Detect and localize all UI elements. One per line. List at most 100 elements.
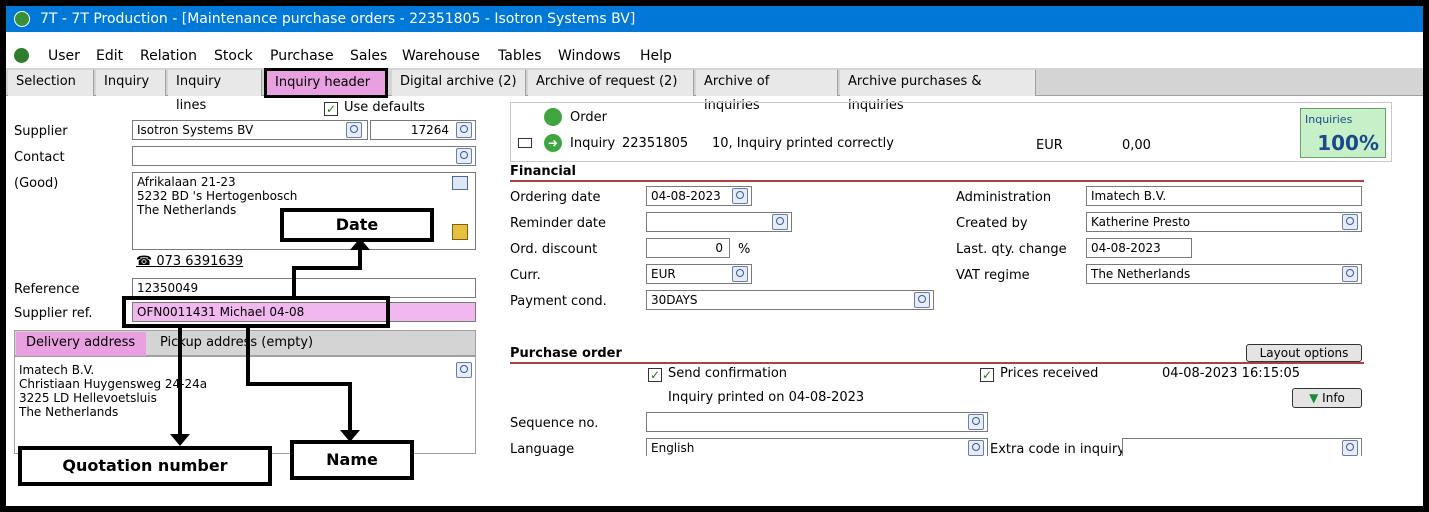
tab-inquiry-lines[interactable]: Inquiry lines xyxy=(168,70,262,113)
printed-on-text: Inquiry printed on 04-08-2023 xyxy=(668,390,865,405)
supplier-lookup-icon[interactable] xyxy=(346,122,362,138)
percent-sign: % xyxy=(738,242,751,257)
title-bar: 7T - 7T Production - [Maintenance purcha… xyxy=(6,6,1423,32)
delivery-line: 3225 LD Hellevoetsluis xyxy=(19,391,157,405)
extra-code-lookup-icon[interactable] xyxy=(1342,440,1358,456)
delivery-line: Christiaan Huygensweg 24-24a xyxy=(19,377,208,391)
contact-lookup-icon[interactable] xyxy=(456,148,472,164)
address-line: 5232 BD 's Hertogenbosch xyxy=(137,189,298,203)
inquiries-badge: Inquiries 100% xyxy=(1300,108,1386,158)
purchase-order-header: Purchase order xyxy=(510,346,622,361)
supplier-code-lookup-icon[interactable] xyxy=(456,122,472,138)
ord-discount-field[interactable]: 0 xyxy=(646,238,730,258)
info-button[interactable]: ▼ Info xyxy=(1292,388,1362,408)
sequence-no-lookup-icon[interactable] xyxy=(968,414,984,430)
prices-received-label: Prices received xyxy=(1000,366,1099,381)
phone-link[interactable]: ☎ 073 6391639 xyxy=(136,254,243,269)
layout-options-button[interactable]: Layout options xyxy=(1246,344,1362,362)
delivery-line: Imatech B.V. xyxy=(19,363,95,377)
created-by-lookup-icon[interactable] xyxy=(1342,214,1358,230)
menu-user[interactable]: User xyxy=(48,46,80,66)
administration-field[interactable]: Imatech B.V. xyxy=(1086,186,1362,206)
amount: 0,00 xyxy=(1122,138,1151,153)
menu-relation[interactable]: Relation xyxy=(140,46,197,66)
supplier-ref-label: Supplier ref. xyxy=(14,306,93,321)
send-confirmation-label: Send confirmation xyxy=(668,366,788,381)
use-defaults-label: Use defaults xyxy=(344,100,425,115)
reminder-date-label: Reminder date xyxy=(510,216,607,231)
created-by-label: Created by xyxy=(956,216,1028,231)
menu-warehouse[interactable]: Warehouse xyxy=(402,46,480,66)
name-arrow-vertical xyxy=(348,382,352,432)
vat-regime-lookup-icon[interactable] xyxy=(1342,266,1358,282)
menu-tables[interactable]: Tables xyxy=(498,46,542,66)
menu-stock[interactable]: Stock xyxy=(214,46,253,66)
tab-archive-of-request[interactable]: Archive of request (2) xyxy=(528,70,694,96)
administration-label: Administration xyxy=(956,190,1052,205)
ordering-date-picker-icon[interactable] xyxy=(732,188,748,204)
app-window: 7T - 7T Production - [Maintenance purcha… xyxy=(4,4,1425,508)
address-line: Afrikalaan 21-23 xyxy=(137,175,236,189)
inquiry-label: Inquiry xyxy=(570,136,616,151)
extra-code-field[interactable] xyxy=(1122,438,1362,458)
tab-archive-of-inquiries[interactable]: Archive of inquiries xyxy=(696,70,838,113)
reminder-date-picker-icon[interactable] xyxy=(772,214,788,230)
name-arrow-horizontal xyxy=(246,382,352,386)
ordering-date-label: Ordering date xyxy=(510,190,601,205)
mail-icon[interactable] xyxy=(518,138,532,148)
menu-sales[interactable]: Sales xyxy=(350,46,387,66)
financial-header: Financial xyxy=(510,164,577,179)
reminder-date-field[interactable] xyxy=(646,212,792,232)
curr-label: Curr. xyxy=(510,268,541,283)
order-label: Order xyxy=(570,110,607,125)
menu-windows[interactable]: Windows xyxy=(558,46,621,66)
reference-label: Reference xyxy=(14,282,80,297)
inquiries-badge-value: 100% xyxy=(1317,131,1379,155)
name-arrow-stem xyxy=(246,324,250,386)
supplier-field[interactable]: Isotron Systems BV xyxy=(132,120,368,140)
chevron-down-icon: ▼ xyxy=(1309,391,1319,405)
menu-help[interactable]: Help xyxy=(640,46,672,66)
date-callout: Date xyxy=(280,208,434,242)
inquiry-status: 10, Inquiry printed correctly xyxy=(712,136,894,151)
subtab-delivery-address[interactable]: Delivery address xyxy=(16,332,146,356)
supplier-ref-highlight xyxy=(122,296,390,328)
payment-cond-lookup-icon[interactable] xyxy=(914,292,930,308)
sequence-no-label: Sequence no. xyxy=(510,416,599,431)
tab-archive-purchases-inquiries[interactable]: Archive purchases & inquiries xyxy=(840,70,1036,113)
quotation-arrow-stem xyxy=(178,324,182,436)
tab-inquiry-header[interactable]: Inquiry header xyxy=(264,68,388,98)
language-field[interactable]: English xyxy=(646,438,988,458)
vat-regime-field[interactable]: The Netherlands xyxy=(1086,264,1362,284)
vat-regime-label: VAT regime xyxy=(956,268,1030,283)
sequence-no-field[interactable] xyxy=(646,412,988,432)
contact-label: Contact xyxy=(14,150,65,165)
tab-bar: Selection Inquiry Inquiry lines Inquiry … xyxy=(6,68,1423,113)
send-confirmation-checkbox[interactable]: ✓ xyxy=(648,368,662,382)
copy-address-icon[interactable] xyxy=(452,176,468,190)
tab-selection[interactable]: Selection xyxy=(8,70,94,96)
last-qty-change-field[interactable]: 04-08-2023 xyxy=(1086,238,1192,258)
last-qty-change-label: Last. qty. change xyxy=(956,242,1067,257)
contact-field[interactable] xyxy=(132,146,476,166)
delivery-lookup-icon[interactable] xyxy=(456,362,472,378)
quotation-number-callout: Quotation number xyxy=(18,446,272,486)
language-lookup-icon[interactable] xyxy=(968,440,984,456)
created-by-field[interactable]: Katherine Presto xyxy=(1086,212,1362,232)
date-arrow-stem xyxy=(292,266,296,300)
prices-received-checkbox[interactable]: ✓ xyxy=(980,368,994,382)
inquiries-badge-label: Inquiries xyxy=(1305,113,1353,126)
tab-inquiry[interactable]: Inquiry xyxy=(96,70,166,96)
inquiry-arrow-icon: ➜ xyxy=(544,134,562,152)
payment-cond-field[interactable]: 30DAYS xyxy=(646,290,934,310)
menu-purchase[interactable]: Purchase xyxy=(270,46,334,66)
app-menu-icon[interactable] xyxy=(14,48,29,63)
use-defaults-checkbox[interactable]: ✓ xyxy=(324,102,338,116)
reference-field[interactable]: 12350049 xyxy=(132,278,476,298)
edit-address-icon[interactable] xyxy=(452,224,468,240)
menu-edit[interactable]: Edit xyxy=(96,46,123,66)
ord-discount-label: Ord. discount xyxy=(510,242,598,257)
order-status-icon xyxy=(544,108,562,126)
tab-digital-archive[interactable]: Digital archive (2) xyxy=(392,70,526,96)
curr-lookup-icon[interactable] xyxy=(732,266,748,282)
